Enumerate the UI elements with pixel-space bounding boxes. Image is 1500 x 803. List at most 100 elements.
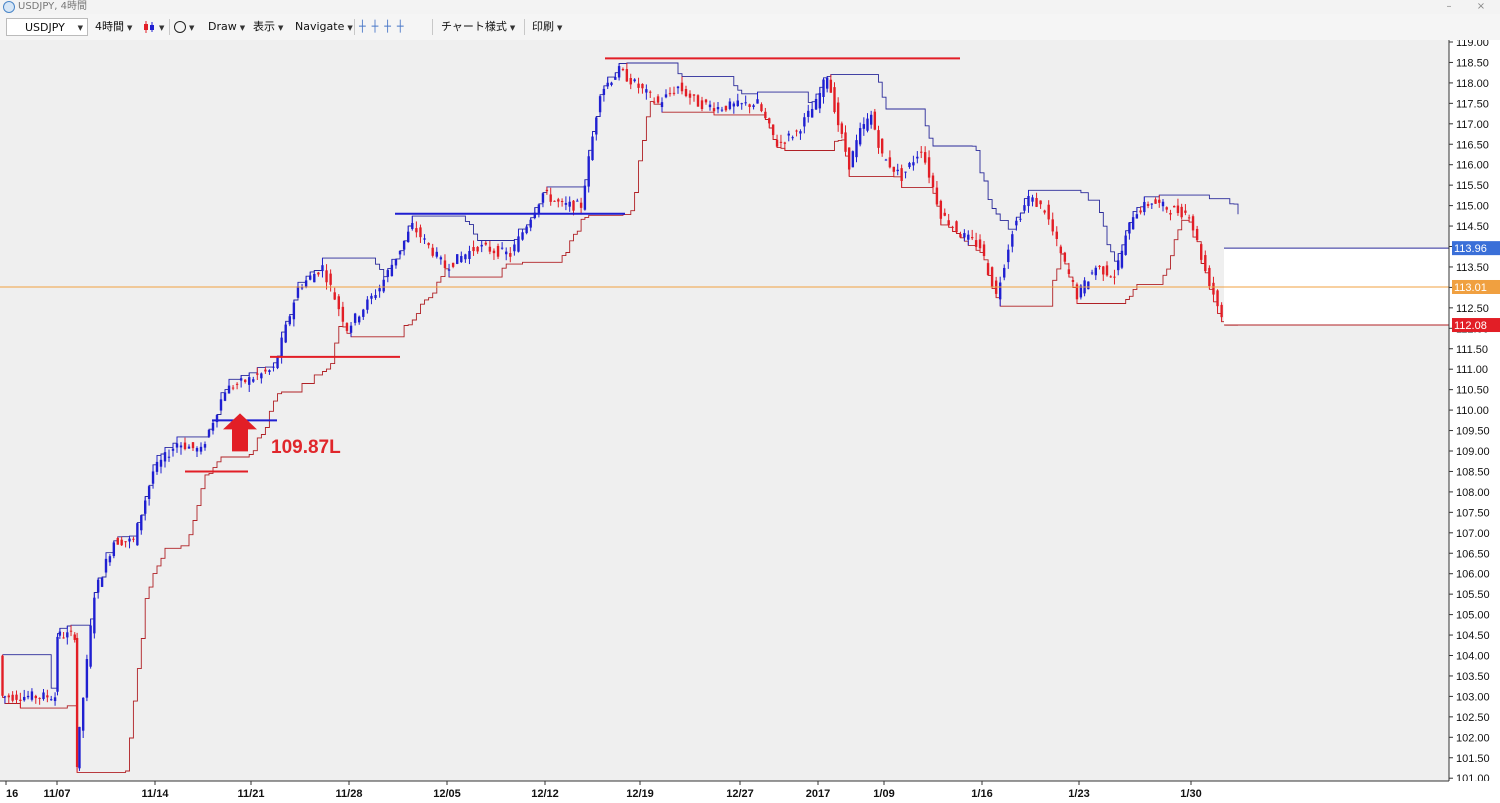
candle-body xyxy=(304,280,308,287)
candle-body xyxy=(855,140,858,158)
candle-body xyxy=(30,691,34,700)
candle-body xyxy=(116,538,119,545)
timeframe-select[interactable]: 4時間 ▼ xyxy=(95,18,132,36)
candle-body xyxy=(402,240,406,250)
separator xyxy=(432,19,433,35)
candle-body xyxy=(904,171,907,173)
x-tick-label: 1/23 xyxy=(1068,788,1089,800)
candle xyxy=(990,266,994,289)
candle-body xyxy=(11,694,14,701)
y-tick-label: 109.50 xyxy=(1456,426,1490,438)
candle-body xyxy=(34,695,37,699)
candle-body xyxy=(23,696,26,701)
symbol-select[interactable]: USDJPY ▼ xyxy=(6,18,88,36)
y-tick-label: 113.50 xyxy=(1456,262,1489,274)
candle-body xyxy=(1023,205,1026,211)
candle-body xyxy=(990,267,994,288)
candle-body xyxy=(288,316,291,325)
candle-body xyxy=(869,114,873,125)
chart-type-button[interactable]: ▼ xyxy=(142,18,164,36)
candle-body xyxy=(560,200,564,202)
y-tick-label: 117.00 xyxy=(1456,119,1489,131)
chevron-down-icon: ▼ xyxy=(509,24,516,32)
candle xyxy=(93,592,96,639)
y-tick-label: 104.50 xyxy=(1456,630,1490,642)
candle-body xyxy=(1169,213,1172,215)
crosshair-tools[interactable]: ┼┼┼┼ xyxy=(359,18,410,36)
candle-body xyxy=(633,79,636,82)
candle-body xyxy=(637,83,640,88)
minimize-button[interactable]: – xyxy=(1440,0,1458,13)
candle-body xyxy=(66,632,69,638)
candle-body xyxy=(625,69,629,82)
candle-body xyxy=(621,69,625,71)
chart-area[interactable]: 119.00 118.50 118.00 117.50 117.00 116.50 116.… xyxy=(0,40,1500,803)
candle-body xyxy=(525,226,528,234)
candle-body xyxy=(728,101,732,109)
y-tick-label: 106.00 xyxy=(1456,569,1490,581)
circle-tool-button[interactable]: ▼ xyxy=(174,18,194,36)
price-badge-label: 113.01 xyxy=(1454,282,1487,294)
candle-body xyxy=(768,118,771,124)
candle-body xyxy=(579,202,583,208)
candle-body xyxy=(963,233,966,238)
display-menu[interactable]: 表示 ▼ xyxy=(253,18,283,36)
candle-body xyxy=(171,448,175,451)
candle-body xyxy=(183,442,187,450)
chart-style-menu[interactable]: チャート様式 ▼ xyxy=(441,18,515,36)
candle xyxy=(284,321,287,344)
candle-body xyxy=(1187,217,1191,219)
candle-body xyxy=(1071,280,1075,282)
candle-body xyxy=(132,538,135,540)
close-button[interactable]: × xyxy=(1472,0,1490,13)
candle-body xyxy=(947,220,950,226)
candle-body xyxy=(358,316,361,323)
candle-body xyxy=(1094,267,1097,276)
candle-body xyxy=(100,577,104,587)
candle-body xyxy=(927,157,931,178)
circle-icon xyxy=(174,21,186,33)
candle xyxy=(1,654,4,698)
chevron-down-icon: ▼ xyxy=(278,24,284,32)
candle-body xyxy=(795,130,798,132)
candle-body xyxy=(771,124,775,136)
candle-body xyxy=(892,166,895,172)
candle-body xyxy=(93,597,96,634)
candle-body xyxy=(955,221,958,233)
print-menu[interactable]: 印刷 ▼ xyxy=(532,18,562,36)
candle-body xyxy=(15,694,18,700)
candle-body xyxy=(974,240,978,247)
candle-body xyxy=(1154,199,1157,204)
candle-body xyxy=(1031,197,1034,202)
candle-body xyxy=(744,102,747,104)
y-tick-label: 103.50 xyxy=(1456,671,1490,683)
candle-body xyxy=(764,111,767,119)
candle-body xyxy=(1176,205,1180,214)
candle xyxy=(136,522,139,546)
candle-body xyxy=(1043,210,1046,213)
candle-body xyxy=(112,542,116,557)
y-tick-label: 114.50 xyxy=(1456,221,1489,233)
candle-body xyxy=(227,385,231,394)
y-tick-label: 103.00 xyxy=(1456,691,1490,703)
candle-body xyxy=(300,287,304,289)
candle-body xyxy=(309,275,312,280)
annotation-label: 109.87L xyxy=(271,437,341,458)
candle xyxy=(456,254,459,265)
y-tick-label: 108.50 xyxy=(1456,466,1490,478)
candle-body xyxy=(866,118,869,131)
candle-body xyxy=(912,162,915,166)
candle-body xyxy=(439,257,443,260)
y-tick-label: 102.50 xyxy=(1456,712,1490,724)
price-chart[interactable]: 119.00 118.50 118.00 117.50 117.00 116.50 116.… xyxy=(0,40,1500,803)
y-tick-label: 116.00 xyxy=(1456,160,1489,172)
candle-body xyxy=(787,133,790,136)
navigate-menu[interactable]: Navigate ▼ xyxy=(295,18,353,36)
candle-body xyxy=(629,78,632,85)
y-tick-label: 111.50 xyxy=(1456,344,1488,356)
x-tick-label: 12/05 xyxy=(433,788,461,800)
candle-body xyxy=(480,244,483,247)
draw-menu[interactable]: Draw ▼ xyxy=(208,18,245,36)
x-tick-label: 11/28 xyxy=(336,788,363,800)
candle-body xyxy=(38,697,41,699)
